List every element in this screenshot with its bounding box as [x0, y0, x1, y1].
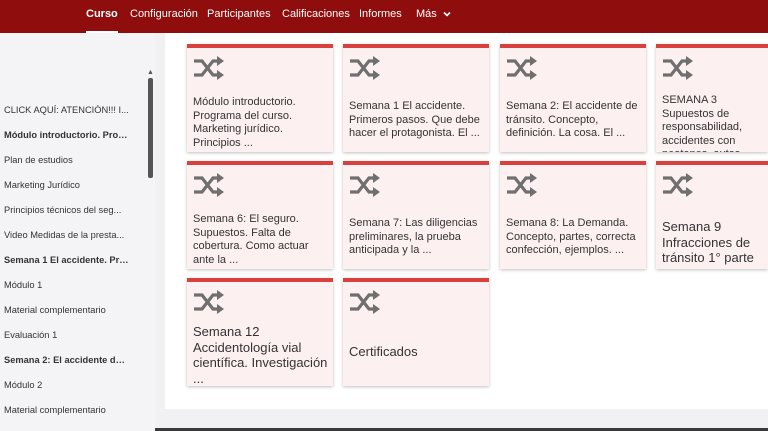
- tile-label: Semana 6: El seguro. Supuestos. Falta de…: [193, 213, 309, 266]
- sidebar-item-material-complementario-1[interactable]: Material complementario: [4, 305, 129, 315]
- tile-modulo-introductorio[interactable]: Módulo introductorio. Programa del curso…: [187, 44, 333, 152]
- tile-semana-12[interactable]: Semana 12 Accidentología vial científica…: [187, 278, 333, 386]
- sidebar-item-semana-2[interactable]: Semana 2: El accidente de ...: [4, 355, 129, 365]
- tile-label: Semana 8: La Demanda. Concepto, partes, …: [506, 217, 636, 256]
- nav-tab-informes[interactable]: Informes: [359, 0, 402, 33]
- tile-label: Semana 7: Las diligencias preliminares, …: [349, 217, 478, 256]
- tile-label: Semana 1 El accidente. Primeros pasos. Q…: [349, 100, 480, 139]
- scroll-up-arrow-icon[interactable]: ▲: [147, 69, 154, 76]
- shuffle-icon: [350, 173, 380, 197]
- sidebar-item-modulo-introductorio[interactable]: Módulo introductorio. Prog...: [4, 130, 129, 140]
- shuffle-icon: [507, 56, 537, 80]
- shuffle-icon: [350, 290, 380, 314]
- shuffle-icon: [507, 173, 537, 197]
- nav-more-label: Más: [416, 8, 437, 20]
- nav-tab-configuracion[interactable]: Configuración: [130, 0, 198, 33]
- sidebar-item-material-complementario-2[interactable]: Material complementario: [4, 405, 129, 415]
- chevron-down-icon: [443, 12, 451, 17]
- shuffle-icon: [194, 173, 224, 197]
- tile-semana-8[interactable]: Semana 8: La Demanda. Concepto, partes, …: [500, 161, 646, 269]
- tile-certificados[interactable]: Certificados: [343, 278, 489, 386]
- nav-tab-curso[interactable]: Curso: [86, 0, 118, 33]
- tile-label: SEMANA 3 Supuestos de responsabilidad, a…: [662, 94, 756, 152]
- nav-tab-calificaciones[interactable]: Calificaciones: [282, 0, 350, 33]
- shuffle-icon: [350, 56, 380, 80]
- tile-label: Semana 2: El accidente de tránsito. Conc…: [506, 100, 638, 139]
- nav-tab-participantes[interactable]: Participantes: [207, 0, 271, 33]
- nav-tab-mas[interactable]: Más: [416, 0, 452, 33]
- sidebar-item-marketing-juridico[interactable]: Marketing Jurídico: [4, 180, 129, 190]
- tile-semana-2[interactable]: Semana 2: El accidente de tránsito. Conc…: [500, 44, 646, 152]
- shuffle-icon: [194, 56, 224, 80]
- tile-label: Certificados: [349, 344, 418, 359]
- tile-semana-1[interactable]: Semana 1 El accidente. Primeros pasos. Q…: [343, 44, 489, 152]
- tile-label: Semana 12 Accidentología vial científica…: [193, 324, 328, 386]
- sidebar-item-principios-tecnicos[interactable]: Principios técnicos del seg...: [4, 205, 129, 215]
- sidebar-item-video-medidas[interactable]: Video Medidas de la presta...: [4, 230, 129, 240]
- tile-label: Semana 9 Infracciones de tránsito 1° par…: [662, 219, 754, 265]
- tile-semana-3[interactable]: SEMANA 3 Supuestos de responsabilidad, a…: [656, 44, 768, 152]
- tile-semana-7[interactable]: Semana 7: Las diligencias preliminares, …: [343, 161, 489, 269]
- sidebar-item-click-aqui[interactable]: CLICK AQUÍ: ATENCIÓN!!! I...: [4, 105, 129, 115]
- sidebar-item-modulo-2[interactable]: Módulo 2: [4, 380, 129, 390]
- sidebar-item-modulo-1[interactable]: Módulo 1: [4, 280, 129, 290]
- sidebar-item-semana-1[interactable]: Semana 1 El accidente. Pri...: [4, 255, 129, 265]
- shuffle-icon: [663, 56, 693, 80]
- sidebar-item-evaluacion-1[interactable]: Evaluación 1: [4, 330, 129, 340]
- tile-label: Módulo introductorio. Programa del curso…: [193, 96, 296, 149]
- sidebar-scrollbar[interactable]: [148, 78, 153, 178]
- top-navbar: Curso Configuración Participantes Califi…: [0, 0, 768, 33]
- sidebar-item-plan-de-estudios[interactable]: Plan de estudios: [4, 155, 129, 165]
- tile-semana-9[interactable]: Semana 9 Infracciones de tránsito 1° par…: [656, 161, 768, 269]
- shuffle-icon: [194, 290, 224, 314]
- tile-semana-6[interactable]: Semana 6: El seguro. Supuestos. Falta de…: [187, 161, 333, 269]
- shuffle-icon: [663, 173, 693, 197]
